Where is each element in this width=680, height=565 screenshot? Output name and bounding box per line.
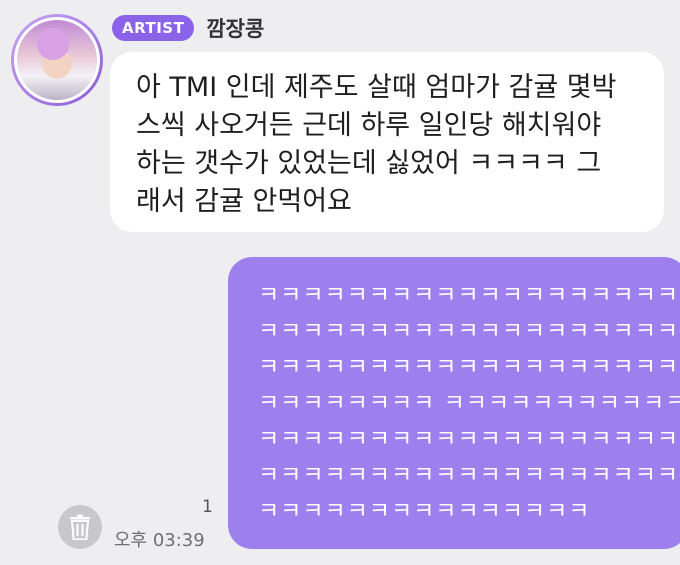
sender-name[interactable]: 깜장콩: [206, 13, 264, 43]
outgoing-message-line: ㅋㅋㅋㅋㅋㅋㅋㅋㅋㅋㅋㅋㅋㅋㅋㅋㅋㅋㅋ: [258, 426, 680, 452]
incoming-message-line: 래서 감귤 안먹어요: [136, 186, 352, 217]
incoming-message-line: 스씩 사오거든 근데 하루 일인당 해치워야: [136, 110, 602, 141]
incoming-message-bubble[interactable]: 아 TMI 인데 제주도 살때 엄마가 감귤 몇박 스씩 사오거든 근데 하루 …: [110, 52, 664, 232]
sender-header: ARTIST 깜장콩: [112, 14, 264, 42]
outgoing-message-line: ㅋㅋㅋㅋㅋㅋㅋㅋㅋㅋㅋㅋㅋㅋㅋㅋㅋㅋㅋ: [258, 354, 680, 380]
trash-icon: [70, 514, 90, 540]
outgoing-message-line: ㅋㅋㅋㅋㅋㅋㅋㅋㅋㅋㅋㅋㅋㅋㅋ: [258, 498, 591, 524]
read-count: 1: [202, 497, 213, 517]
outgoing-message-line: ㅋㅋㅋㅋㅋㅋㅋㅋㅋㅋㅋㅋㅋㅋㅋㅋㅋㅋㅋ: [258, 318, 680, 344]
avatar-image: [14, 17, 100, 103]
outgoing-message-line: ㅋㅋㅋㅋㅋㅋㅋㅋ ㅋㅋㅋㅋㅋㅋㅋㅋㅋㅋㅋ: [258, 390, 680, 416]
outgoing-message-line: ㅋㅋㅋㅋㅋㅋㅋㅋㅋㅋㅋㅋㅋㅋㅋㅋㅋㅋㅋ: [258, 462, 680, 488]
artist-avatar[interactable]: [11, 14, 103, 106]
incoming-message-line: 하는 갯수가 있었는데 싫었어 ㅋㅋㅋㅋ 그: [136, 148, 602, 179]
message-timestamp: 오후 03:39: [114, 530, 205, 551]
artist-badge: ARTIST: [112, 15, 195, 41]
outgoing-message-line: ㅋㅋㅋㅋㅋㅋㅋㅋㅋㅋㅋㅋㅋㅋㅋㅋㅋㅋㅋ: [258, 282, 680, 308]
delete-message-button[interactable]: [58, 505, 102, 549]
incoming-message-line: 아 TMI 인데 제주도 살때 엄마가 감귤 몇박: [136, 72, 617, 103]
outgoing-message-bubble[interactable]: ㅋㅋㅋㅋㅋㅋㅋㅋㅋㅋㅋㅋㅋㅋㅋㅋㅋㅋㅋ ㅋㅋㅋㅋㅋㅋㅋㅋㅋㅋㅋㅋㅋㅋㅋㅋㅋㅋㅋ …: [228, 257, 680, 549]
